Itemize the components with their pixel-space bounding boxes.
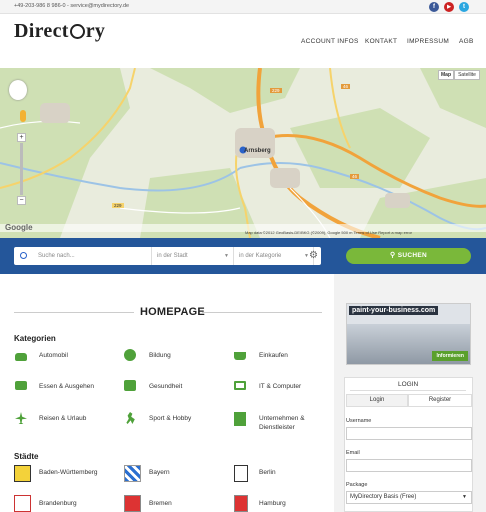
search-icon: ⚲ <box>390 252 398 259</box>
city-bremen[interactable]: Bremen <box>149 499 172 508</box>
categories-heading: Kategorien <box>14 334 56 343</box>
car-icon <box>15 353 27 361</box>
top-bar: +49-203-986 8 986-0 - service@mydirector… <box>0 0 486 14</box>
map-pan-control[interactable] <box>9 80 27 100</box>
ad-title: paint-your-business.com <box>349 306 439 315</box>
ad-banner[interactable]: paint-your-business.com Informieren <box>346 303 471 365</box>
facebook-icon[interactable]: f <box>429 2 439 12</box>
basket-icon <box>234 352 246 360</box>
package-select-value: MyDirectory Basis (Free) <box>350 494 417 500</box>
city-brandenburg[interactable]: Brandenburg <box>39 499 77 508</box>
road-label: 46 <box>350 174 360 179</box>
title-divider-left <box>14 312 134 313</box>
package-select[interactable]: MyDirectory Basis (Free) ▼ <box>346 491 472 504</box>
hamburg-crest-icon <box>234 495 248 512</box>
pegman-icon[interactable] <box>20 110 26 122</box>
logo-text-left: Direct <box>14 20 69 42</box>
city-baden-wuerttemberg[interactable]: Baden-Württemberg <box>39 468 98 477</box>
search-button[interactable]: ⚲ SUCHEN <box>346 248 471 264</box>
search-city-select[interactable]: in der Stadt ▼ <box>152 247 234 265</box>
brandenburg-crest-icon <box>14 495 31 512</box>
login-divider <box>350 390 466 391</box>
ad-informieren-button[interactable]: Informieren <box>432 351 468 361</box>
gear-icon[interactable]: ⚙ <box>309 250 318 262</box>
berlin-crest-icon <box>234 465 248 482</box>
medkit-icon <box>124 380 136 391</box>
category-sport-hobby[interactable]: Sport & Hobby <box>149 414 191 423</box>
email-label: Email <box>346 450 360 456</box>
package-label: Package <box>346 482 368 488</box>
category-reisen-urlaub[interactable]: Reisen & Urlaub <box>39 414 86 423</box>
google-logo: Google <box>5 223 33 232</box>
map-type-map[interactable]: Map <box>438 70 454 80</box>
category-einkaufen[interactable]: Einkaufen <box>259 351 288 360</box>
title-divider-right <box>202 312 322 313</box>
category-select-value: in der Kategorie <box>239 253 282 259</box>
map-canvas <box>0 68 486 238</box>
road-label: 229 <box>270 88 282 93</box>
tab-register[interactable]: Register <box>408 394 472 407</box>
zoom-out-button[interactable]: − <box>17 196 26 205</box>
contact-info: +49-203-986 8 986-0 - service@mydirector… <box>14 3 130 9</box>
map-town-label: Arnsberg <box>244 148 271 154</box>
nav-agb[interactable]: AGB <box>459 38 474 45</box>
road-label: 229 <box>112 203 124 208</box>
city-bayern[interactable]: Bayern <box>149 468 170 477</box>
email-field[interactable] <box>346 459 472 472</box>
globe-icon <box>124 349 136 361</box>
search-query-input[interactable]: Suche nach... <box>34 247 152 265</box>
map-attribution: Map data ©2012 GeoBasis-DE/BKG (©2009), … <box>245 230 413 235</box>
nav-impressum[interactable]: IMPRESSUM <box>407 38 449 45</box>
search-button-label: SUCHEN <box>397 252 427 259</box>
city-hamburg[interactable]: Hamburg <box>259 499 286 508</box>
chevron-down-icon: ▼ <box>224 253 229 259</box>
nav-kontakt[interactable]: KONTAKT <box>365 38 397 45</box>
category-bildung[interactable]: Bildung <box>149 351 171 360</box>
youtube-icon[interactable]: ▶ <box>444 2 454 12</box>
bayern-crest-icon <box>124 465 141 482</box>
chevron-down-icon: ▼ <box>462 494 467 500</box>
city-berlin[interactable]: Berlin <box>259 468 276 477</box>
map-type-satellite[interactable]: Satellite <box>454 70 480 80</box>
search-category-select[interactable]: in der Kategorie ▼ <box>234 247 314 265</box>
cities-heading: Städte <box>14 452 39 461</box>
category-it-computer[interactable]: IT & Computer <box>259 382 301 391</box>
laptop-icon <box>234 381 246 390</box>
username-field[interactable] <box>346 427 472 440</box>
site-logo[interactable]: Direct ry <box>14 20 105 43</box>
map-view[interactable]: Arnsberg 46 229 46 229 Map data ©2012 Ge… <box>0 68 486 238</box>
baden-wuerttemberg-crest-icon <box>14 465 31 482</box>
category-gesundheit[interactable]: Gesundheit <box>149 382 182 391</box>
category-unternehmen[interactable]: Unternehmen & Dienstleister <box>259 414 329 432</box>
twitter-icon[interactable]: t <box>459 2 469 12</box>
category-automobil[interactable]: Automobil <box>39 351 68 360</box>
road-label: 46 <box>341 84 351 89</box>
nav-account-infos[interactable]: ACCOUNT INFOS <box>301 38 359 45</box>
building-icon <box>234 412 246 426</box>
category-essen-ausgehen[interactable]: Essen & Ausgehen <box>39 382 94 391</box>
logo-text-right: ry <box>85 20 106 42</box>
search-icon <box>20 252 27 259</box>
bremen-crest-icon <box>124 495 141 512</box>
tab-login[interactable]: Login <box>346 394 408 407</box>
username-label: Username <box>346 418 372 424</box>
truck-icon <box>15 381 27 390</box>
zoom-slider[interactable] <box>20 143 23 195</box>
logo-globe-icon <box>69 24 85 39</box>
city-select-value: in der Stadt <box>157 253 188 259</box>
page-title: HOMEPAGE <box>140 306 205 318</box>
zoom-in-button[interactable]: + <box>17 133 26 142</box>
search-form: Suche nach... in der Stadt ▼ in der Kateg… <box>14 247 321 265</box>
login-title: LOGIN <box>398 381 419 388</box>
